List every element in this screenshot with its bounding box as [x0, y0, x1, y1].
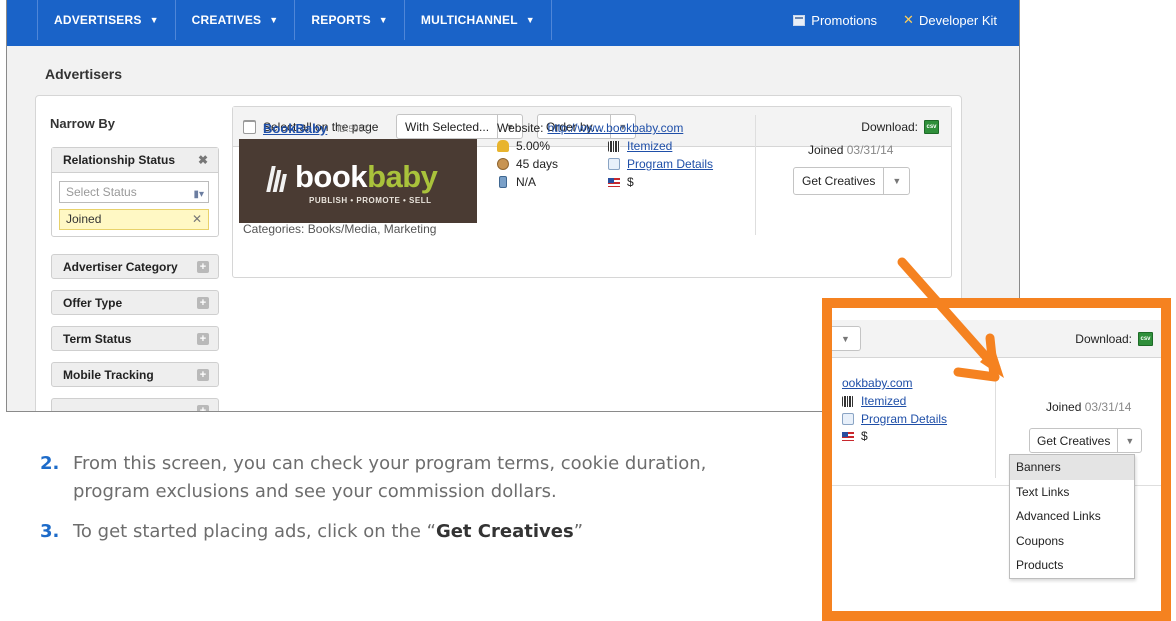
expand-plus-icon: + — [197, 261, 209, 273]
get-creatives-menu: Banners Text Links Advanced Links Coupon… — [1009, 454, 1135, 579]
document-icon — [608, 158, 620, 170]
menu-item-text-links[interactable]: Text Links — [1010, 480, 1134, 505]
zoom-get-creatives-button[interactable]: Get Creatives ▼ — [1029, 428, 1143, 453]
caret-down-icon: ▼ — [378, 15, 388, 25]
filter-offer-type[interactable]: Offer Type + — [51, 290, 219, 315]
zoom-content: ▼ Download: csv ookbaby.com Itemized Pro… — [832, 308, 1161, 611]
step-text: From this screen, you can check your pro… — [73, 453, 707, 502]
advertiser-name-link[interactable]: BookBaby — [263, 121, 327, 136]
document-icon — [842, 413, 854, 425]
advertiser-id: ID:5967 — [337, 124, 369, 134]
nav-creatives[interactable]: CREATIVES ▼ — [176, 0, 296, 40]
mobile-line: N/A — [497, 175, 536, 189]
zoom-download-control[interactable]: Download: csv — [1075, 332, 1153, 346]
zoom-website-link[interactable]: ookbaby.com — [842, 376, 912, 390]
caret-down-icon: ▼ — [269, 15, 279, 25]
status-select[interactable]: Select Status ▮▾ — [59, 181, 209, 203]
zoom-itemized-line: Itemized — [842, 394, 906, 408]
coins-icon — [497, 140, 509, 152]
instructions: 2. From this screen, you can check your … — [40, 450, 770, 558]
itemized-line: Itemized — [608, 139, 672, 153]
nav-reports[interactable]: REPORTS ▼ — [295, 0, 405, 40]
top-navigation: ADVERTISERS ▼ CREATIVES ▼ REPORTS ▼ MULTICH… — [7, 0, 1019, 46]
zoom-program-details-line: Program Details — [842, 412, 947, 426]
zoom-callout: ▼ Download: csv ookbaby.com Itemized Pro… — [822, 298, 1171, 621]
expand-plus-icon: + — [197, 297, 209, 309]
zoom-currency-line: $ — [842, 429, 868, 443]
dropdown-icon: ▮▾ — [193, 189, 204, 200]
filter-mobile-tracking[interactable]: Mobile Tracking + — [51, 362, 219, 387]
step-text: To get started placing ads, click on the… — [73, 521, 584, 542]
logo-tagline: PUBLISH • PROMOTE • SELL — [309, 196, 432, 205]
remove-tag-icon[interactable]: ✕ — [192, 210, 202, 229]
nav-advertisers[interactable]: ADVERTISERS ▼ — [37, 0, 176, 40]
advertiser-categories: Categories: Books/Media, Marketing — [243, 222, 437, 236]
barcode-icon — [842, 395, 854, 407]
results-panel: Select all on the page With Selected... … — [232, 106, 952, 278]
expand-plus-icon: + — [197, 405, 209, 411]
tools-icon: ✕ — [903, 12, 914, 27]
advertiser-checkbox[interactable] — [243, 121, 256, 134]
itemized-link[interactable]: Itemized — [627, 139, 672, 153]
cookie-line: 45 days — [497, 157, 558, 171]
nav-multichannel[interactable]: MULTICHANNEL ▼ — [405, 0, 552, 40]
caret-down-icon: ▼ — [149, 15, 159, 25]
chevron-down-icon[interactable]: ▼ — [883, 168, 909, 194]
step-number: 2. — [40, 453, 60, 474]
us-flag-icon — [842, 431, 854, 441]
csv-download-icon[interactable]: csv — [924, 120, 939, 134]
selected-status-tag: Joined ✕ — [59, 209, 209, 230]
mobile-phone-icon — [499, 176, 507, 188]
expand-plus-icon: + — [197, 333, 209, 345]
joined-status: Joined 03/31/14 — [808, 143, 894, 157]
program-details-link[interactable]: Program Details — [627, 157, 713, 171]
filter-term-status[interactable]: Term Status + — [51, 326, 219, 351]
download-control[interactable]: Download: csv — [861, 120, 939, 134]
website-link[interactable]: http://www.bookbaby.com — [547, 121, 683, 135]
chevron-down-icon[interactable]: ▼ — [1117, 429, 1141, 452]
advertiser-logo: bookbaby PUBLISH • PROMOTE • SELL — [239, 139, 477, 223]
zoom-toolbar: ▼ Download: csv — [832, 320, 1161, 358]
currency-line: $ — [608, 175, 634, 189]
menu-item-advanced-links[interactable]: Advanced Links — [1010, 504, 1134, 529]
chevron-down-icon[interactable]: ▼ — [832, 326, 861, 351]
developer-kit-link[interactable]: ✕ Developer Kit — [903, 12, 997, 28]
relationship-status-header[interactable]: Relationship Status ✖ — [52, 148, 218, 173]
cookie-icon — [497, 158, 509, 170]
instruction-step: 3. To get started placing ads, click on … — [40, 518, 770, 546]
instruction-step: 2. From this screen, you can check your … — [40, 450, 770, 506]
csv-download-icon[interactable]: csv — [1138, 332, 1153, 346]
menu-item-coupons[interactable]: Coupons — [1010, 529, 1134, 554]
filter-next-partial[interactable]: + — [51, 398, 219, 411]
zoom-joined-status: Joined 03/31/14 — [1046, 400, 1132, 414]
page-title: Advertisers — [45, 66, 123, 82]
barcode-icon — [608, 140, 620, 152]
expand-plus-icon: + — [197, 369, 209, 381]
column-divider — [755, 115, 756, 235]
relationship-status-filter: Relationship Status ✖ Select Status ▮▾ J… — [51, 147, 219, 237]
us-flag-icon — [608, 177, 620, 187]
narrow-by-title: Narrow By — [50, 116, 116, 131]
menu-item-products[interactable]: Products — [1010, 553, 1134, 578]
close-icon[interactable]: ✖ — [198, 153, 208, 167]
nav-right: Promotions ✕ Developer Kit — [767, 0, 1019, 40]
step-number: 3. — [40, 521, 60, 542]
menu-item-banners[interactable]: Banners — [1010, 455, 1134, 480]
website-line: Website: http://www.bookbaby.com — [497, 121, 684, 135]
get-creatives-button[interactable]: Get Creatives ▼ — [793, 167, 911, 195]
zoom-column-divider — [995, 358, 996, 478]
program-details-line: Program Details — [608, 157, 713, 171]
commission-line: 5.00% — [497, 139, 550, 153]
filter-advertiser-category[interactable]: Advertiser Category + — [51, 254, 219, 279]
calendar-icon — [793, 14, 806, 26]
promotions-link[interactable]: Promotions — [793, 13, 877, 28]
logo-wordmark: bookbaby — [295, 159, 438, 194]
logo-bars-icon — [266, 164, 289, 192]
caret-down-icon: ▼ — [525, 15, 535, 25]
